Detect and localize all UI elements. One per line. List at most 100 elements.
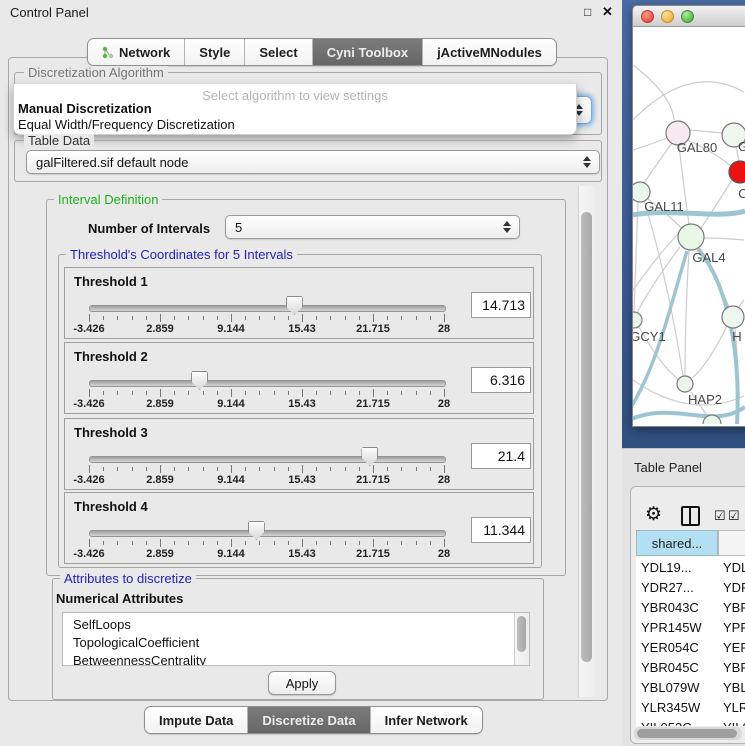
tick-label: -3.426 [73,548,104,560]
numerical-attributes-list[interactable]: SelfLoopsTopologicalCoefficientBetweenne… [62,612,530,666]
bottom-tab-label: Discretize Data [262,713,355,728]
zoom-traffic-light-icon[interactable] [681,10,694,23]
threshold-slider[interactable]: -3.4262.8599.14415.4321.71528 [89,419,444,489]
float-window-icon[interactable]: □ [584,5,591,19]
attribute-item-topologicalcoefficient[interactable]: TopologicalCoefficient [73,634,529,652]
tab-style[interactable]: Style [185,39,245,65]
network-edge[interactable] [690,130,722,133]
tick-label: 28 [438,398,450,410]
network-graph-canvas[interactable]: GAL80GCGAL11GAL4GCY1HHAP2 [633,27,745,424]
bottom-tab-infer-network[interactable]: Infer Network [371,707,482,733]
cell-name: YER05 [723,640,745,655]
attributes-group-title: Attributes to discretize [60,572,196,585]
apply-button[interactable]: Apply [268,671,336,695]
control-panel: Control Panel □ ✕ NetworkStyleSelectCyni… [0,0,622,745]
tab-cyni-toolbox[interactable]: Cyni Toolbox [313,39,423,65]
table-row[interactable]: YIL052CYIL05 [636,718,745,726]
table-row[interactable]: YBR045CYBR04 [636,658,745,678]
column-header-name[interactable]: na [718,530,745,556]
tab-label: jActiveMNodules [437,45,542,60]
threshold-panel: Threshold 3 -3.4262.8599.14415.4321.7152… [64,418,534,490]
panel-title: Control Panel [10,5,89,20]
threshold-value-field[interactable]: 14.713 [471,292,531,318]
tick-label: 28 [438,474,450,486]
checkbox-icon[interactable]: ☑ [728,508,740,524]
threshold-value-field[interactable]: 21.4 [471,443,531,469]
scrollbar-thumb[interactable] [581,212,592,662]
table-row[interactable]: YBL079WYBL07 [636,678,745,698]
num-intervals-combobox[interactable]: 5 [225,215,520,239]
close-traffic-light-icon[interactable] [641,10,654,23]
table-row[interactable]: YPR145WYPR14 [636,618,745,638]
threshold-slider[interactable]: -3.4262.8599.14415.4321.71528 [89,268,444,338]
tick-label: 9.144 [217,398,245,410]
threshold-slider[interactable]: -3.4262.8599.14415.4321.71528 [89,493,444,563]
network-node-hap2[interactable] [677,376,693,392]
scrollbar-thumb[interactable] [517,616,526,652]
slider-track[interactable] [89,305,446,312]
bottom-tab-impute-data[interactable]: Impute Data [145,707,248,733]
slider-ticks [89,539,444,548]
threshold-value-field[interactable]: 11.344 [471,517,531,543]
panel-vertical-scrollbar[interactable] [578,186,595,697]
cell-shared-name: YBR043C [641,600,715,615]
network-edge[interactable] [685,250,689,375]
discretization-algorithm-title: Discretization Algorithm [24,66,168,79]
tick-label: 28 [438,548,450,560]
tab-network[interactable]: Network [88,39,185,65]
network-edge[interactable] [633,138,667,150]
network-node-gal4[interactable] [678,224,704,250]
table-row[interactable]: YBR043CYBR04 [636,598,745,618]
threshold-slider[interactable]: -3.4262.8599.14415.4321.71528 [89,343,444,413]
slider-thumb[interactable] [248,521,265,540]
node-label-gal80: GAL80 [677,140,717,155]
cell-name: YLR34 [723,700,745,715]
network-edge-thick[interactable] [633,407,745,424]
table-row[interactable]: YDL19...YDL19 [636,558,745,578]
threshold-value-field[interactable]: 6.316 [471,367,531,393]
attribute-item-betweennesscentrality[interactable]: BetweennessCentrality [73,652,529,666]
tick-label: 21.715 [356,323,390,335]
checkbox-icon[interactable]: ☑ [714,508,726,524]
slider-thumb[interactable] [361,447,378,466]
slider-track[interactable] [89,456,446,463]
table-row[interactable]: YDR27...YDR27 [636,578,745,598]
network-edge[interactable] [633,82,744,120]
network-edge[interactable] [634,202,638,312]
network-edge[interactable] [701,180,732,228]
tab-select[interactable]: Select [245,39,312,65]
node-label-hap2: HAP2 [688,392,722,407]
table-data-combobox[interactable]: galFiltered.sif default node [26,150,600,174]
network-edge[interactable] [704,238,744,240]
attribute-item-selfloops[interactable]: SelfLoops [73,616,529,634]
minimize-traffic-light-icon[interactable] [661,10,674,23]
table-data-title: Table Data [24,134,94,147]
algorithm-option-equal-width-frequency-discretization[interactable]: Equal Width/Frequency Discretization [18,117,235,132]
slider-tick-labels: -3.4262.8599.14415.4321.71528 [89,323,444,335]
tick-label: 15.43 [288,474,316,486]
close-icon[interactable]: ✕ [602,4,613,20]
bottom-tab-discretize-data[interactable]: Discretize Data [248,707,370,733]
split-view-icon[interactable] [681,506,700,526]
table-row[interactable]: YLR345WYLR34 [636,698,745,718]
attributes-scrollbar[interactable] [514,613,529,665]
slider-thumb[interactable] [191,371,208,390]
network-node-gcy1[interactable] [633,312,642,328]
network-window-titlebar [633,6,745,27]
network-node-h[interactable] [722,306,744,328]
tab-jactivemnodules[interactable]: jActiveMNodules [423,39,556,65]
network-edge[interactable] [692,326,727,378]
node-table[interactable]: shared... na YDL19...YDL19YDR27...YDR27Y… [636,530,745,726]
gear-icon[interactable]: ⚙ [645,503,662,526]
algorithm-option-manual-discretization[interactable]: Manual Discretization [18,101,152,116]
slider-track[interactable] [89,530,446,537]
scrollbar-thumb[interactable] [637,729,737,738]
column-header-shared-name[interactable]: shared... [636,530,718,556]
cell-shared-name: YPR145W [641,620,715,635]
table-row[interactable]: YER054CYER05 [636,638,745,658]
network-edge[interactable] [644,143,672,183]
slider-thumb[interactable] [286,296,303,315]
network-node-c[interactable] [729,161,745,183]
tick-label: 15.43 [288,323,316,335]
slider-track[interactable] [89,380,446,387]
